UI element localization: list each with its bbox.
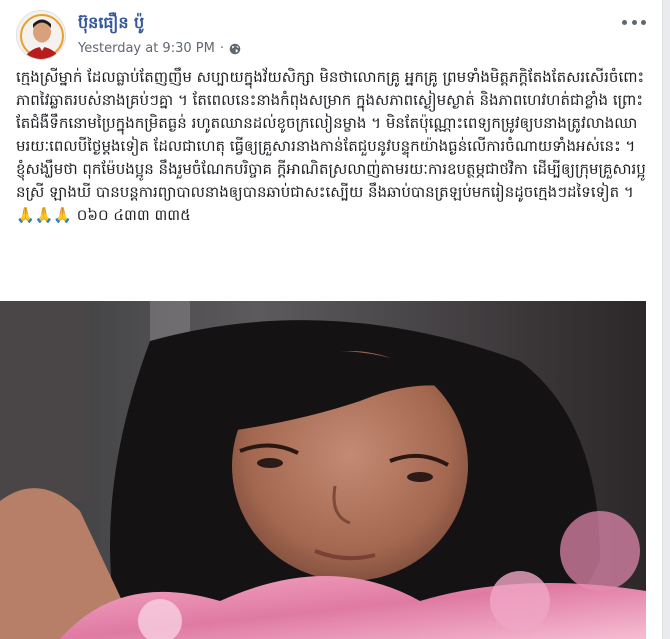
more-options-icon[interactable] (622, 14, 646, 30)
post-header: ប៊ុនធឿន ប៉ូ Yesterday at 9:30 PM · (16, 10, 646, 62)
globe-icon[interactable] (229, 43, 241, 55)
post-body-text: ក្មេងស្រីម្នាក់ ដែលធ្លាប់តែញញឹម សប្បាយក្… (16, 68, 646, 224)
author-avatar[interactable] (16, 10, 66, 60)
post-meta: Yesterday at 9:30 PM · (78, 40, 241, 58)
meta-separator: · (219, 41, 224, 56)
post-timestamp[interactable]: Yesterday at 9:30 PM (78, 40, 215, 58)
more-dot (631, 19, 637, 25)
avatar-image (17, 11, 65, 59)
more-dot (641, 19, 646, 25)
facebook-post-card: ប៊ុនធឿន ប៉ូ Yesterday at 9:30 PM · ក្មេង… (0, 0, 663, 639)
post-photo[interactable] (0, 301, 646, 639)
more-dot (622, 19, 627, 25)
photo-image (0, 301, 646, 639)
author-name[interactable]: ប៊ុនធឿន ប៉ូ (78, 12, 144, 34)
